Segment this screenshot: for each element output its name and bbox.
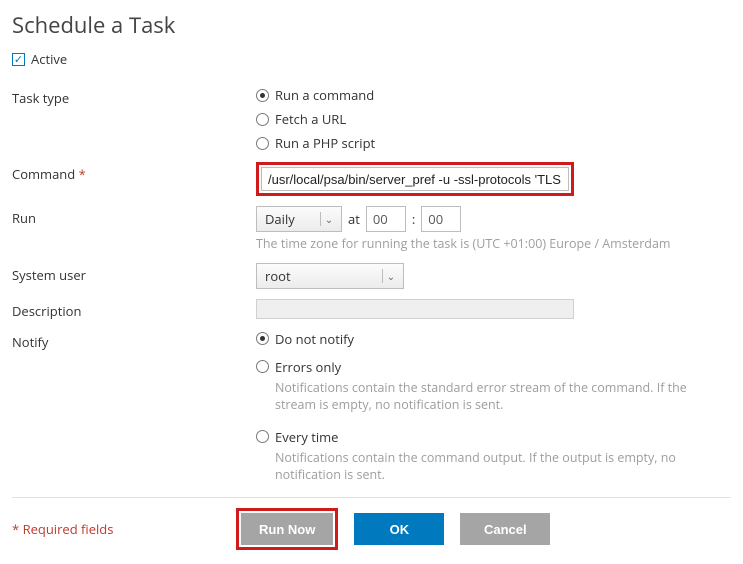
radio-icon[interactable] (256, 430, 269, 443)
every-time-hint: Notifications contain the command output… (275, 450, 731, 484)
run-now-highlight: Run Now (236, 508, 338, 550)
radio-label: Errors only (275, 358, 341, 376)
radio-label: Fetch a URL (275, 110, 346, 128)
row-system-user: System user root ⌄ (12, 263, 731, 289)
required-marker: * (79, 165, 86, 183)
command-highlight (256, 162, 574, 196)
radio-label: Run a PHP script (275, 134, 375, 152)
field-description (256, 299, 731, 319)
active-label: Active (31, 50, 67, 68)
at-label: at (348, 210, 360, 228)
system-user-value: root (265, 267, 291, 285)
label-task-type: Task type (12, 86, 256, 107)
radio-label: Run a command (275, 86, 374, 104)
row-description: Description (12, 299, 731, 320)
radio-every-time[interactable]: Every time (256, 428, 731, 446)
run-now-button[interactable]: Run Now (241, 513, 333, 545)
field-system-user: root ⌄ (256, 263, 731, 289)
separator (12, 497, 731, 498)
radio-icon[interactable] (256, 360, 269, 373)
label-notify: Notify (12, 330, 256, 351)
field-task-type: Run a command Fetch a URL Run a PHP scri… (256, 86, 731, 152)
cancel-button[interactable]: Cancel (460, 513, 550, 545)
row-run: Run Daily ⌄ at 00 : 00 The time zone for… (12, 206, 731, 253)
description-input[interactable] (256, 299, 574, 319)
run-hour-input[interactable]: 00 (366, 206, 406, 232)
label-run: Run (12, 206, 256, 227)
radio-run-command[interactable]: Run a command (256, 86, 731, 104)
radio-icon[interactable] (256, 89, 269, 102)
chevron-down-icon: ⌄ (320, 212, 337, 226)
label-command: Command * (12, 162, 256, 183)
label-system-user: System user (12, 263, 256, 284)
radio-icon[interactable] (256, 113, 269, 126)
field-command (256, 162, 731, 196)
ok-button[interactable]: OK (354, 513, 444, 545)
radio-icon[interactable] (256, 332, 269, 345)
radio-do-not-notify[interactable]: Do not notify (256, 330, 731, 348)
system-user-select[interactable]: root ⌄ (256, 263, 404, 289)
active-checkbox-row[interactable]: ✓ Active (12, 50, 731, 68)
run-minute-input[interactable]: 00 (421, 206, 461, 232)
radio-errors-only[interactable]: Errors only (256, 358, 731, 376)
page-title: Schedule a Task (12, 10, 731, 40)
colon-label: : (412, 210, 415, 228)
command-input[interactable] (261, 167, 569, 191)
run-tz-hint: The time zone for running the task is (U… (256, 236, 731, 253)
chevron-down-icon: ⌄ (382, 269, 399, 283)
row-command: Command * (12, 162, 731, 196)
radio-run-php[interactable]: Run a PHP script (256, 134, 731, 152)
active-checkbox[interactable]: ✓ (12, 53, 25, 66)
run-frequency-value: Daily (265, 210, 295, 228)
required-fields-note: * Required fields (12, 520, 236, 538)
footer: * Required fields Run Now OK Cancel (12, 508, 731, 550)
field-notify: Do not notify Errors only Notifications … (256, 330, 731, 488)
label-description: Description (12, 299, 256, 320)
run-frequency-select[interactable]: Daily ⌄ (256, 206, 342, 232)
radio-fetch-url[interactable]: Fetch a URL (256, 110, 731, 128)
errors-only-hint: Notifications contain the standard error… (275, 380, 731, 414)
schedule-task-page: Schedule a Task ✓ Active Task type Run a… (0, 0, 743, 564)
radio-icon[interactable] (256, 137, 269, 150)
radio-label: Do not notify (275, 330, 354, 348)
button-bar: Run Now OK Cancel (236, 508, 550, 550)
radio-label: Every time (275, 428, 338, 446)
row-notify: Notify Do not notify Errors only Notific… (12, 330, 731, 488)
field-run: Daily ⌄ at 00 : 00 The time zone for run… (256, 206, 731, 253)
row-task-type: Task type Run a command Fetch a URL Run … (12, 86, 731, 152)
